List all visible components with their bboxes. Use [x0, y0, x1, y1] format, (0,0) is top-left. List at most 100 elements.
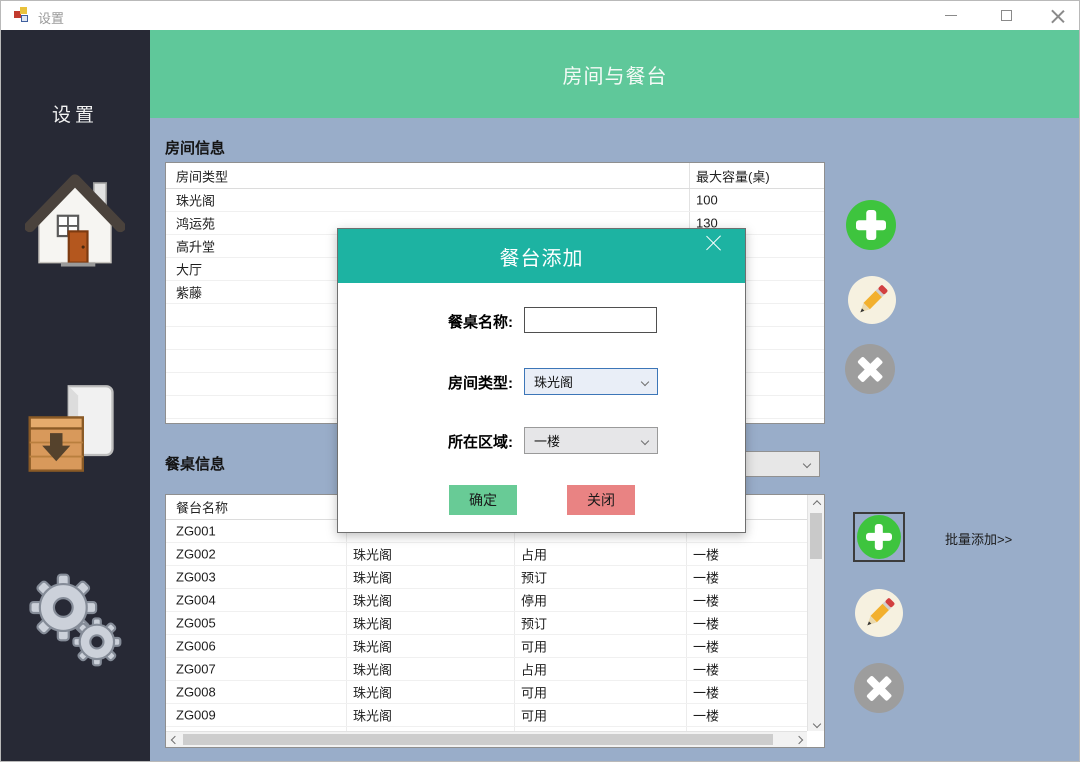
app-icon: [14, 7, 30, 23]
dialog-close-button[interactable]: [713, 233, 737, 257]
table-area-cell: 一楼: [693, 637, 719, 656]
gears-icon[interactable]: [25, 568, 125, 672]
table-name-label: 餐桌名称:: [398, 311, 513, 332]
table-name-input[interactable]: [524, 307, 657, 333]
table-name-cell: ZG008: [176, 685, 216, 700]
add-room-button[interactable]: [846, 200, 896, 250]
delete-table-button[interactable]: [854, 663, 904, 713]
maximize-button[interactable]: [983, 0, 1029, 30]
pencil-icon: [848, 276, 896, 324]
table-row[interactable]: ZG006 珠光阁 可用 一楼: [166, 635, 807, 658]
table-area-cell: 一楼: [693, 660, 719, 679]
home-icon[interactable]: [25, 172, 125, 272]
table-status-cell: 占用: [521, 545, 547, 564]
add-table-button[interactable]: [853, 512, 905, 562]
sidebar: 设置: [0, 30, 150, 762]
room-section-title: 房间信息: [165, 137, 225, 158]
scroll-up-arrow[interactable]: [808, 495, 825, 510]
room-type-select[interactable]: 珠光阁: [524, 368, 658, 395]
room-capacity-header: 最大容量(桌): [696, 166, 770, 185]
table-name-cell: ZG005: [176, 616, 216, 631]
area-label: 所在区域:: [398, 431, 513, 452]
delete-room-button[interactable]: [845, 344, 895, 394]
table-name-cell: ZG003: [176, 570, 216, 585]
x-icon: [845, 344, 895, 394]
minimize-button[interactable]: [928, 0, 974, 30]
dialog-title: 餐台添加: [338, 229, 745, 283]
table-row[interactable]: ZG004 珠光阁 停用 一楼: [166, 589, 807, 612]
page-header: 房间与餐台: [150, 30, 1080, 118]
table-status-cell: 停用: [521, 591, 547, 610]
close-icon: [1050, 8, 1064, 22]
table-status-cell: 可用: [521, 637, 547, 656]
confirm-button[interactable]: 确定: [449, 485, 517, 515]
table-room-cell: 珠光阁: [353, 637, 392, 656]
room-type-cell: 高升堂: [176, 237, 215, 256]
table-status-cell: 可用: [521, 683, 547, 702]
room-type-cell: 珠光阁: [176, 191, 215, 210]
window-title: 设置: [38, 8, 64, 27]
room-row[interactable]: 珠光阁 100: [166, 189, 824, 212]
table-room-cell: 珠光阁: [353, 660, 392, 679]
vertical-scrollbar[interactable]: [807, 495, 824, 731]
pencil-icon: [855, 589, 903, 637]
table-room-cell: 珠光阁: [353, 614, 392, 633]
room-type-cell: 紫藤: [176, 283, 202, 302]
table-name-cell: ZG001: [176, 524, 216, 539]
scroll-left-arrow[interactable]: [166, 732, 183, 748]
table-room-cell: 珠光阁: [353, 591, 392, 610]
edit-room-button[interactable]: [848, 276, 896, 324]
batch-add-link[interactable]: 批量添加>>: [945, 529, 1012, 548]
title-bar: 设置: [0, 0, 1080, 30]
scroll-thumb[interactable]: [183, 734, 773, 745]
table-name-cell: ZG002: [176, 547, 216, 562]
scroll-down-arrow[interactable]: [808, 716, 825, 731]
table-name-cell: ZG007: [176, 662, 216, 677]
chevron-down-icon: [641, 377, 649, 385]
close-button[interactable]: [1034, 0, 1080, 30]
table-name-cell: ZG004: [176, 593, 216, 608]
chevron-down-icon: [641, 436, 649, 444]
table-row[interactable]: ZG009 珠光阁 可用 一楼: [166, 704, 807, 727]
table-area-cell: 一楼: [693, 706, 719, 725]
table-status-cell: 可用: [521, 706, 547, 725]
table-row[interactable]: ZG008 珠光阁 可用 一楼: [166, 681, 807, 704]
chevron-down-icon: [803, 460, 811, 468]
table-area-cell: 一楼: [693, 568, 719, 587]
sidebar-title: 设置: [0, 100, 150, 127]
cancel-button[interactable]: 关闭: [567, 485, 635, 515]
area-value: 一楼: [534, 431, 560, 450]
area-select[interactable]: 一楼: [524, 427, 658, 454]
table-area-cell: 一楼: [693, 683, 719, 702]
table-row[interactable]: ZG007 珠光阁 占用 一楼: [166, 658, 807, 681]
room-type-cell: 大厅: [176, 260, 202, 279]
minimize-icon: [945, 15, 957, 16]
table-row[interactable]: ZG002 珠光阁 占用 一楼: [166, 543, 807, 566]
archive-box-icon[interactable]: [25, 376, 125, 484]
room-type-header: 房间类型: [176, 166, 228, 185]
table-name-cell: ZG009: [176, 708, 216, 723]
room-type-value: 珠光阁: [534, 372, 573, 391]
table-name-cell: ZG006: [176, 639, 216, 654]
table-row[interactable]: ZG003 珠光阁 预订 一楼: [166, 566, 807, 589]
table-room-cell: 珠光阁: [353, 568, 392, 587]
room-table-header: 房间类型 最大容量(桌): [166, 163, 824, 189]
scroll-right-arrow[interactable]: [790, 732, 807, 748]
x-icon: [854, 663, 904, 713]
maximize-icon: [1001, 10, 1012, 21]
table-room-cell: 珠光阁: [353, 683, 392, 702]
table-name-header: 餐台名称: [176, 498, 228, 517]
room-type-label: 房间类型:: [398, 372, 513, 393]
table-area-cell: 一楼: [693, 614, 719, 633]
plus-icon: [857, 515, 901, 559]
table-section-title: 餐桌信息: [165, 453, 225, 474]
page-title: 房间与餐台: [563, 60, 668, 89]
table-status-cell: 预订: [521, 614, 547, 633]
edit-table-button[interactable]: [855, 589, 903, 637]
table-area-cell: 一楼: [693, 545, 719, 564]
table-row[interactable]: ZG005 珠光阁 预订 一楼: [166, 612, 807, 635]
horizontal-scrollbar[interactable]: [166, 731, 807, 747]
table-status-cell: 预订: [521, 568, 547, 587]
add-table-dialog: 餐台添加 餐桌名称: 房间类型: 珠光阁 所在区域: 一楼 确定 关闭: [337, 228, 746, 533]
scroll-thumb[interactable]: [810, 513, 822, 559]
